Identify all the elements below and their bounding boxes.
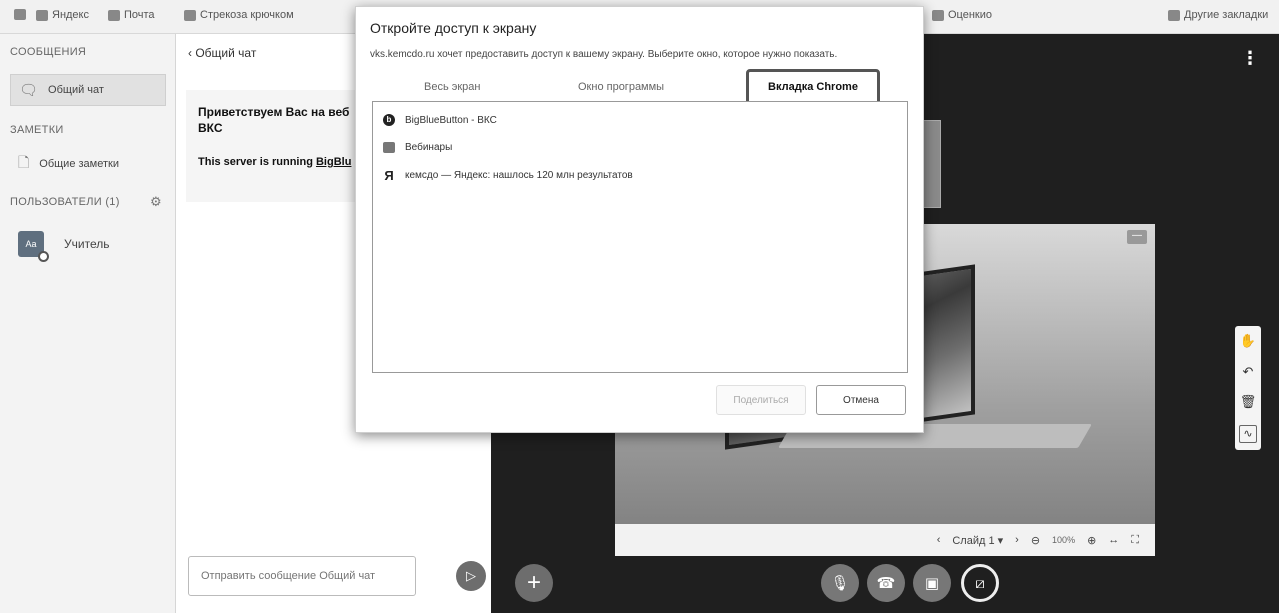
- send-icon: ▷: [466, 568, 476, 583]
- webinar-icon: [383, 142, 395, 153]
- fit-width-icon[interactable]: ↔: [1108, 534, 1119, 546]
- sidebar-item-label: Общий чат: [48, 84, 104, 96]
- bookmark-apps[interactable]: [14, 9, 26, 20]
- tab-list: b BigBlueButton - ВКС Вебинары Я кемсдо …: [372, 101, 908, 373]
- options-menu-icon[interactable]: ⋮: [1241, 48, 1259, 69]
- tab-application-window[interactable]: Окно программы: [578, 81, 664, 93]
- gear-icon[interactable]: ⚙: [150, 194, 162, 210]
- bookmark-icon: [184, 9, 196, 21]
- multi-user-whiteboard-icon[interactable]: ∿: [1239, 424, 1257, 443]
- chevron-left-icon: ‹: [188, 46, 192, 60]
- share-screen-dialog: Откройте доступ к экрану vks.kemcdo.ru х…: [355, 6, 924, 433]
- apps-icon: [14, 9, 26, 20]
- slide-selector[interactable]: Слайд 1 ▾: [952, 534, 1003, 547]
- screen-share-icon: ⧄: [975, 574, 985, 592]
- cancel-button[interactable]: Отмена: [816, 385, 906, 415]
- list-item[interactable]: b BigBlueButton - ВКС: [383, 114, 497, 126]
- list-item[interactable]: Я кемсдо — Яндекс: нашлось 120 млн резул…: [383, 168, 632, 183]
- share-button[interactable]: Поделиться: [716, 385, 806, 415]
- messages-section-title: СООБЩЕНИЯ: [10, 46, 87, 58]
- undo-icon[interactable]: ↶: [1243, 364, 1254, 380]
- chat-icon: 🗨: [19, 82, 39, 99]
- dialog-description: vks.kemcdo.ru хочет предоставить доступ …: [370, 49, 838, 60]
- bookmark-crochet[interactable]: Стрекоза крючком: [184, 9, 294, 21]
- trash-icon[interactable]: 🗑: [1240, 394, 1257, 410]
- minimize-presentation-button[interactable]: —: [1127, 230, 1147, 244]
- avatar: Аa: [18, 231, 49, 262]
- user-list-item[interactable]: Аa Учитель: [10, 224, 166, 264]
- chat-message-input[interactable]: [188, 556, 416, 596]
- folder-icon: [1168, 9, 1180, 21]
- zoom-out-icon[interactable]: ⊖: [1031, 534, 1040, 547]
- screen-share-button[interactable]: ⧄: [961, 564, 999, 602]
- camera-button[interactable]: ▣: [913, 564, 951, 602]
- notes-section-title: ЗАМЕТКИ: [10, 124, 64, 136]
- yandex-bookmark-icon: [36, 9, 48, 21]
- presenter-badge-icon: [38, 251, 49, 262]
- whiteboard-toolbar: ✋ ↶ 🗑 ∿: [1235, 326, 1261, 450]
- sidebar-item-label: Общие заметки: [39, 158, 119, 170]
- bookmark-icon: [932, 9, 944, 21]
- user-name: Учитель: [64, 237, 110, 251]
- mail-icon: [108, 9, 120, 21]
- fullscreen-icon[interactable]: ⛶: [1131, 534, 1139, 547]
- next-slide-icon[interactable]: ›: [1015, 534, 1019, 546]
- user-list-sidebar: СООБЩЕНИЯ 🗨 Общий чат ЗАМЕТКИ 🗋 Общие за…: [0, 34, 176, 613]
- dialog-title: Откройте доступ к экрану: [370, 20, 537, 36]
- phone-icon: ☎: [876, 575, 896, 592]
- send-message-button[interactable]: ▷: [456, 561, 486, 591]
- camera-icon: ▣: [924, 575, 940, 592]
- bookmark-mail[interactable]: Почта: [108, 9, 155, 21]
- yandex-icon: Я: [384, 168, 394, 183]
- tab-chrome-tab[interactable]: Вкладка Chrome: [746, 69, 880, 105]
- microphone-icon: 🎙: [830, 575, 850, 592]
- note-icon: 🗋: [18, 154, 30, 170]
- sidebar-item-shared-notes[interactable]: 🗋 Общие заметки: [10, 148, 166, 180]
- prev-slide-icon[interactable]: ‹: [937, 534, 941, 546]
- bookmark-ocenkio[interactable]: Оценкио: [932, 9, 992, 21]
- zoom-level: 100%: [1052, 535, 1076, 545]
- phone-button[interactable]: ☎: [867, 564, 905, 602]
- plus-icon: +: [526, 569, 541, 596]
- bookmark-yandex[interactable]: Яндекс: [36, 9, 89, 21]
- bigbluebutton-icon: b: [383, 114, 395, 126]
- hand-tool-icon[interactable]: ✋: [1240, 333, 1256, 349]
- presentation-toolbar: ‹ Слайд 1 ▾ › ⊖ 100% ⊕ ↔ ⛶: [615, 524, 1155, 556]
- bookmark-other[interactable]: Другие закладки: [1168, 9, 1268, 21]
- actions-plus-button[interactable]: +: [515, 564, 553, 602]
- chat-back-button[interactable]: ‹ Общий чат: [188, 46, 256, 60]
- zoom-in-icon[interactable]: ⊕: [1087, 534, 1096, 547]
- microphone-button[interactable]: 🎙: [821, 564, 859, 602]
- users-section-title: ПОЛЬЗОВАТЕЛИ (1): [10, 196, 120, 208]
- list-item[interactable]: Вебинары: [383, 142, 452, 153]
- tab-entire-screen[interactable]: Весь экран: [424, 81, 480, 93]
- bigbluebutton-link[interactable]: BigBlu: [316, 156, 351, 168]
- sidebar-item-public-chat[interactable]: 🗨 Общий чат: [10, 74, 166, 106]
